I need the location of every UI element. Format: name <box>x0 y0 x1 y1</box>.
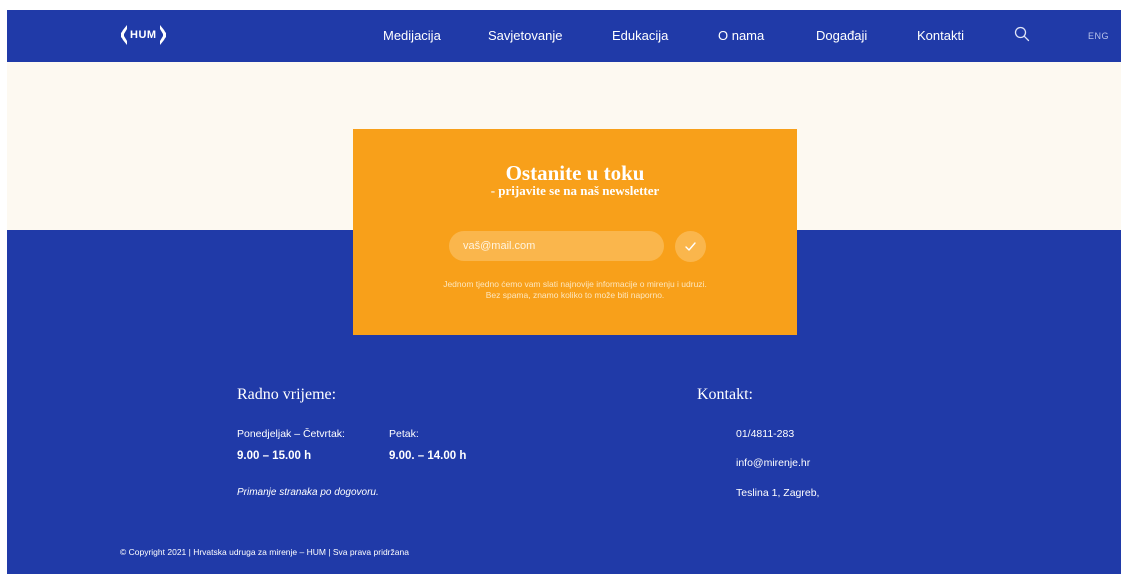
newsletter-note: Jednom tjedno ćemo vam slati najnovije i… <box>353 279 797 301</box>
nav-link-dogadaji[interactable]: Događaji <box>816 28 867 43</box>
search-icon[interactable] <box>1013 25 1031 43</box>
newsletter-email-input[interactable] <box>449 231 664 261</box>
language-switch[interactable]: ENG <box>1088 31 1109 41</box>
contact-address: Teslina 1, Zagreb, <box>736 487 820 499</box>
page: HUM Medijacija Savjetovanje Edukacija O … <box>7 10 1121 574</box>
newsletter-card: Ostanite u toku - prijavite se na naš ne… <box>353 129 797 335</box>
nav-link-medijacija[interactable]: Medijacija <box>383 28 441 43</box>
friday-label: Petak: <box>389 428 419 440</box>
weekday-label: Ponedjeljak – Četvrtak: <box>237 428 345 440</box>
nav-link-edukacija[interactable]: Edukacija <box>612 28 668 43</box>
friday-hours: 9.00. – 14.00 h <box>389 450 467 462</box>
hours-heading: Radno vrijeme: <box>237 386 337 403</box>
main-menu: Medijacija Savjetovanje Edukacija O nama… <box>7 10 1121 62</box>
contact-heading: Kontakt: <box>697 386 753 403</box>
copyright-text: © Copyright 2021 | Hrvatska udruga za mi… <box>120 547 409 557</box>
appointment-note: Primanje stranaka po dogovoru. <box>237 487 379 498</box>
contact-email[interactable]: info@mirenje.hr <box>736 457 810 469</box>
checkmark-icon <box>685 242 696 251</box>
contact-phone[interactable]: 01/4811-283 <box>736 428 794 440</box>
newsletter-note-line-1: Jednom tjedno ćemo vam slati najnovije i… <box>443 279 707 289</box>
nav-link-savjetovanje[interactable]: Savjetovanje <box>488 28 562 43</box>
newsletter-note-line-2: Bez spama, znamo koliko to može biti nap… <box>485 290 665 300</box>
top-navbar: HUM Medijacija Savjetovanje Edukacija O … <box>7 10 1121 62</box>
newsletter-submit-button[interactable] <box>675 231 706 262</box>
nav-link-o-nama[interactable]: O nama <box>718 28 764 43</box>
newsletter-subtitle: - prijavite se na naš newsletter <box>490 183 660 198</box>
nav-link-kontakti[interactable]: Kontakti <box>917 28 964 43</box>
weekday-hours: 9.00 – 15.00 h <box>237 450 312 462</box>
